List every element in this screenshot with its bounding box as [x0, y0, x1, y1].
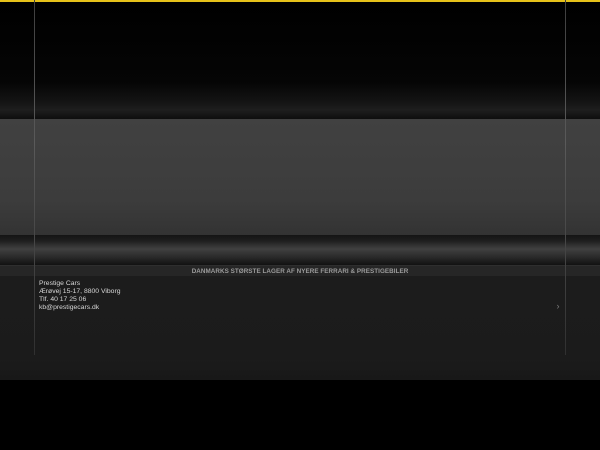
chevron-right-icon[interactable]: ›: [553, 300, 563, 312]
chrome-divider: [0, 235, 600, 265]
address: Ærøvej 15-17, 8800 Viborg: [39, 288, 121, 295]
email-link[interactable]: kb@prestigecars.dk: [39, 304, 120, 312]
company-name: Prestige Cars: [39, 280, 81, 287]
left-guide-line: [34, 0, 35, 355]
contact-info: Prestige Cars Ærøvej 15-17, 8800 Viborg …: [39, 280, 120, 312]
header-band: [0, 2, 600, 119]
phone: Tlf. 40 17 25 06: [39, 296, 87, 303]
right-guide-line: [565, 0, 566, 355]
hero-banner: [0, 119, 600, 235]
page-bottom: [0, 380, 600, 450]
